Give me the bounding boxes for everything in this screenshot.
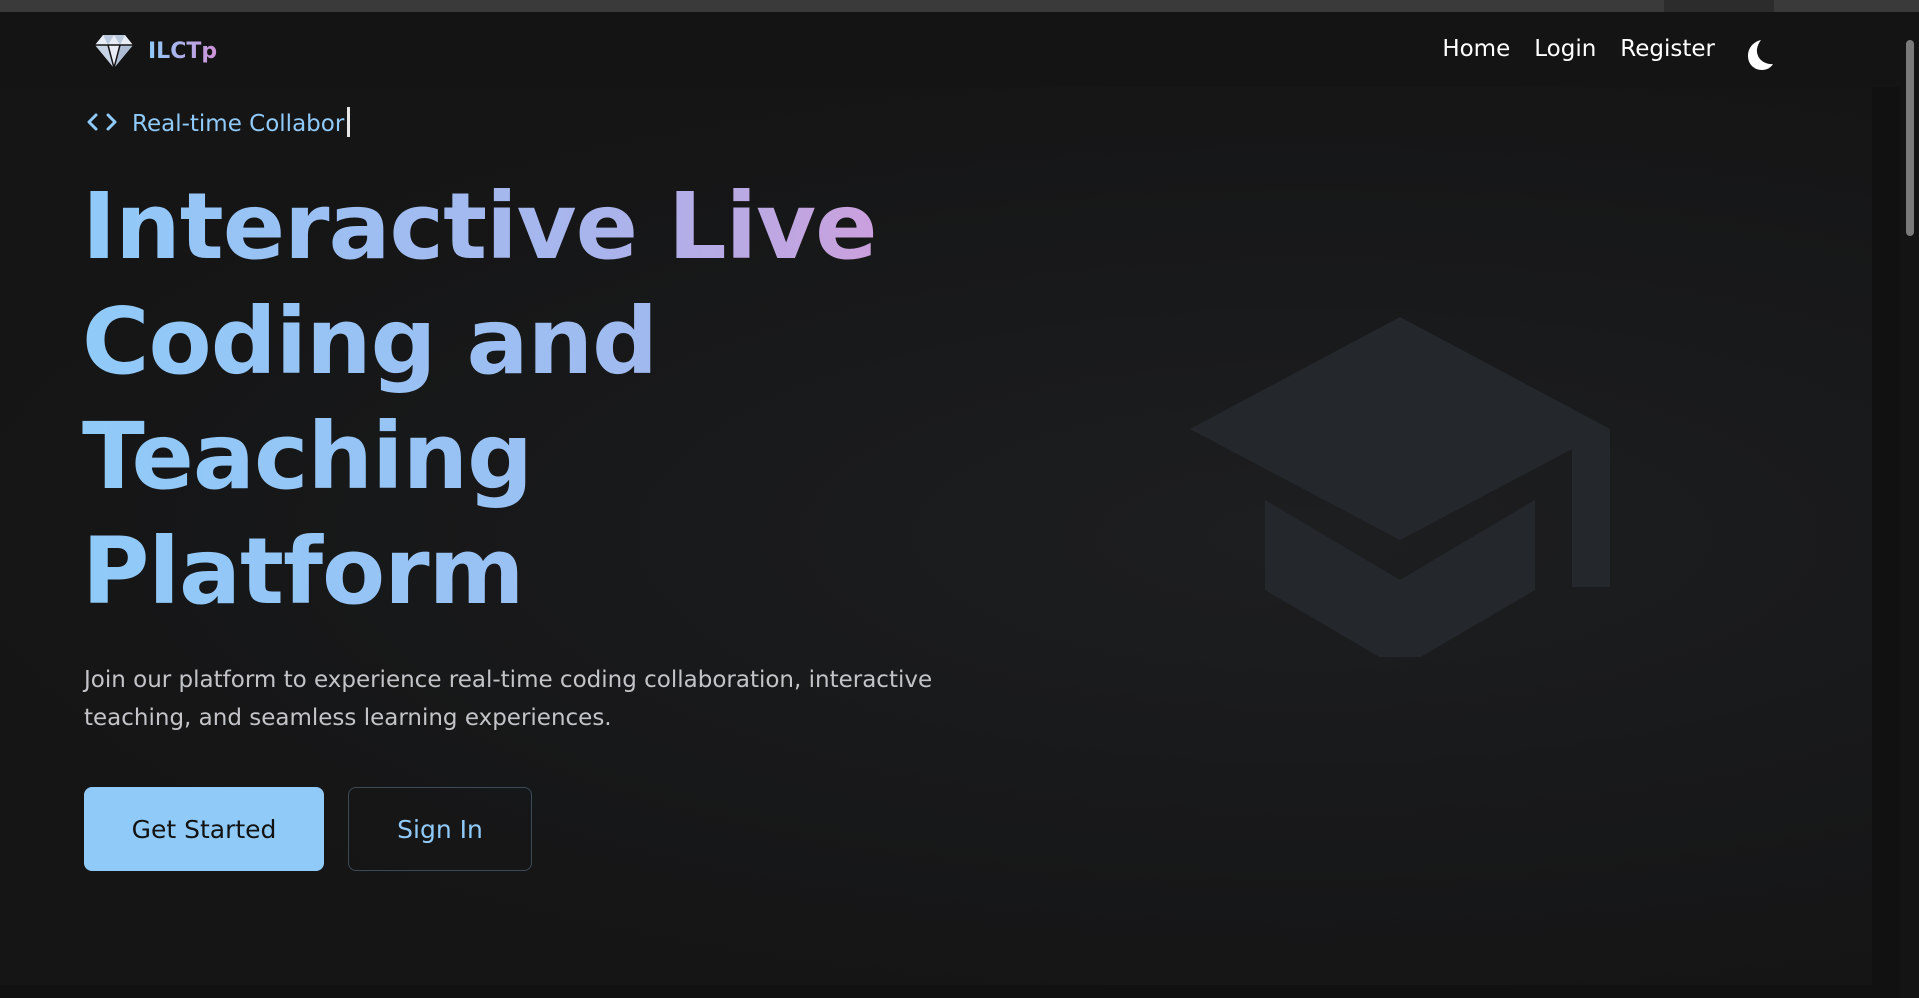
typing-caret [347,107,351,137]
page-scrollbar[interactable] [1900,12,1919,998]
get-started-button[interactable]: Get Started [84,787,324,871]
diamond-icon [95,35,133,69]
headline-line: Teaching [82,399,942,514]
nav-link-login[interactable]: Login [1534,36,1596,62]
nav-link-register[interactable]: Register [1620,36,1715,62]
typing-tag-text: Real-time Collabor [132,107,351,137]
moon-icon [1748,40,1773,70]
tag-text: Real-time Collabor [132,111,345,137]
graduation-cap-icon [1190,317,1610,657]
navbar: ILCTp Home Login Register [0,12,1900,87]
nav-link-home[interactable]: Home [1442,36,1510,62]
brand-logo-link[interactable]: ILCTp [94,33,217,69]
headline-line: Interactive Live [82,169,942,284]
page: ILCTp Home Login Register Real-time Coll… [0,0,1919,998]
hero-section: Real-time Collabor Interactive Live Codi… [0,87,1872,985]
code-icon [87,113,117,131]
headline-line: Coding and [82,284,942,399]
hero-subtitle: Join our platform to experience real-tim… [84,667,933,731]
hero-headline: Interactive Live Coding and Teaching Pla… [82,169,942,629]
nav-links: Home Login Register [1442,36,1715,62]
scrollbar-thumb[interactable] [1906,40,1914,236]
headline-line: Platform [82,514,942,629]
theme-toggle-button[interactable] [1738,34,1780,76]
sign-in-button[interactable]: Sign In [348,787,532,871]
brand-name: ILCTp [148,38,218,64]
hero-tag: Real-time Collabor [86,107,351,137]
